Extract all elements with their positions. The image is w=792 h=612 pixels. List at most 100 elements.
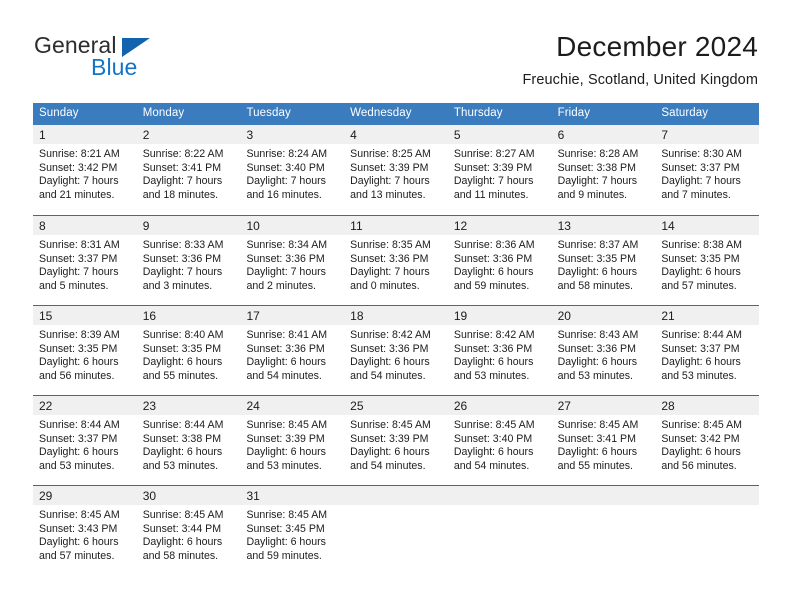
day-cell[interactable]: 21 Sunrise: 8:44 AM Sunset: 3:37 PM Dayl… [655,306,760,395]
day-cell-empty [344,486,448,575]
day-cell[interactable]: 16 Sunrise: 8:40 AM Sunset: 3:35 PM Dayl… [136,306,241,395]
sunrise-text: Sunrise: 8:28 AM [557,148,639,160]
sunset-text: Sunset: 3:36 PM [350,252,429,265]
daylight-text-line2: and 2 minutes. [246,279,316,292]
weekday-header-wednesday: Wednesday [350,107,412,119]
daylight-text-line1: Daylight: 6 hours [661,266,741,279]
day-details: Sunrise: 8:33 AM Sunset: 3:36 PM Dayligh… [137,235,241,293]
day-cell[interactable]: 25 Sunrise: 8:45 AM Sunset: 3:39 PM Dayl… [344,396,448,485]
sunset-text: Sunset: 3:36 PM [246,252,325,265]
daylight-text-line2: and 16 minutes. [246,188,322,201]
day-cell[interactable]: 2 Sunrise: 8:22 AM Sunset: 3:41 PM Dayli… [136,125,241,215]
day-details: Sunrise: 8:25 AM Sunset: 3:39 PM Dayligh… [344,144,448,202]
daylight-text-line1: Daylight: 7 hours [661,175,741,188]
sunset-text: Sunset: 3:45 PM [246,522,325,535]
day-cell[interactable]: 30 Sunrise: 8:45 AM Sunset: 3:44 PM Dayl… [136,486,241,575]
day-cell[interactable]: 1 Sunrise: 8:21 AM Sunset: 3:42 PM Dayli… [33,125,137,215]
day-number: 7 [655,125,760,144]
sunset-text: Sunset: 3:42 PM [39,161,118,174]
day-cell[interactable]: 7 Sunrise: 8:30 AM Sunset: 3:37 PM Dayli… [655,125,760,215]
sunset-text: Sunset: 3:35 PM [39,342,118,355]
daylight-text-line1: Daylight: 6 hours [557,266,638,279]
day-details: Sunrise: 8:44 AM Sunset: 3:37 PM Dayligh… [33,415,137,473]
day-number: 6 [551,125,656,144]
day-details: Sunrise: 8:45 AM Sunset: 3:43 PM Dayligh… [33,505,137,563]
sunset-text: Sunset: 3:35 PM [557,252,636,265]
sunset-text: Sunset: 3:38 PM [142,432,222,445]
day-cell-empty [655,486,760,575]
day-details: Sunrise: 8:24 AM Sunset: 3:40 PM Dayligh… [240,144,344,202]
daylight-text-line1: Daylight: 7 hours [39,175,119,188]
weekday-header-saturday: Saturday [661,107,709,119]
sunset-text: Sunset: 3:40 PM [453,432,533,445]
day-cell[interactable]: 26 Sunrise: 8:45 AM Sunset: 3:40 PM Dayl… [447,396,552,485]
day-cell[interactable]: 6 Sunrise: 8:28 AM Sunset: 3:38 PM Dayli… [551,125,656,215]
day-cell-empty [551,486,656,575]
sunset-text: Sunset: 3:41 PM [557,432,636,445]
sunrise-text: Sunrise: 8:35 AM [350,239,431,251]
day-cell[interactable]: 23 Sunrise: 8:44 AM Sunset: 3:38 PM Dayl… [136,396,241,485]
day-details: Sunrise: 8:31 AM Sunset: 3:37 PM Dayligh… [33,235,137,293]
daylight-text-line1: Daylight: 6 hours [661,356,741,369]
daylight-text-line1: Daylight: 6 hours [661,446,741,459]
day-cell[interactable]: 12 Sunrise: 8:36 AM Sunset: 3:36 PM Dayl… [447,216,552,305]
sunset-text: Sunset: 3:37 PM [39,252,118,265]
calendar-week-row: 8 Sunrise: 8:31 AM Sunset: 3:37 PM Dayli… [33,215,760,305]
daylight-text-line2: and 0 minutes. [350,279,420,292]
day-number: 1 [33,125,137,144]
day-cell[interactable]: 29 Sunrise: 8:45 AM Sunset: 3:43 PM Dayl… [33,486,137,575]
day-cell[interactable]: 17 Sunrise: 8:41 AM Sunset: 3:36 PM Dayl… [240,306,345,395]
daylight-text-line1: Daylight: 6 hours [557,356,638,369]
daylight-text-line2: and 13 minutes. [350,188,426,201]
day-cell[interactable]: 15 Sunrise: 8:39 AM Sunset: 3:35 PM Dayl… [33,306,137,395]
day-number: 28 [655,396,760,415]
day-number: 25 [344,396,448,415]
sunrise-text: Sunrise: 8:39 AM [39,329,120,341]
day-cell[interactable]: 18 Sunrise: 8:42 AM Sunset: 3:36 PM Dayl… [344,306,448,395]
day-cell[interactable]: 5 Sunrise: 8:27 AM Sunset: 3:39 PM Dayli… [447,125,552,215]
day-cell[interactable]: 27 Sunrise: 8:45 AM Sunset: 3:41 PM Dayl… [551,396,656,485]
daylight-text-line2: and 54 minutes. [350,369,426,382]
day-cell[interactable]: 19 Sunrise: 8:42 AM Sunset: 3:36 PM Dayl… [447,306,552,395]
daylight-text-line2: and 57 minutes. [661,279,737,292]
daylight-text-line1: Daylight: 7 hours [142,175,223,188]
day-cell[interactable]: 10 Sunrise: 8:34 AM Sunset: 3:36 PM Dayl… [240,216,345,305]
day-cell[interactable]: 14 Sunrise: 8:38 AM Sunset: 3:35 PM Dayl… [655,216,760,305]
day-details: Sunrise: 8:44 AM Sunset: 3:38 PM Dayligh… [137,415,241,473]
day-number: 27 [551,396,656,415]
day-cell[interactable]: 13 Sunrise: 8:37 AM Sunset: 3:35 PM Dayl… [551,216,656,305]
daylight-text-line2: and 53 minutes. [142,459,219,472]
sunrise-text: Sunrise: 8:34 AM [246,239,328,251]
day-cell[interactable]: 8 Sunrise: 8:31 AM Sunset: 3:37 PM Dayli… [33,216,137,305]
day-details: Sunrise: 8:22 AM Sunset: 3:41 PM Dayligh… [137,144,241,202]
day-cell[interactable]: 24 Sunrise: 8:45 AM Sunset: 3:39 PM Dayl… [240,396,345,485]
day-cell[interactable]: 28 Sunrise: 8:45 AM Sunset: 3:42 PM Dayl… [655,396,760,485]
daylight-text-line2: and 59 minutes. [246,549,322,562]
weekday-header-tuesday: Tuesday [246,107,291,119]
daylight-text-line2: and 7 minutes. [661,188,731,201]
day-cell[interactable]: 11 Sunrise: 8:35 AM Sunset: 3:36 PM Dayl… [344,216,448,305]
day-cell[interactable]: 31 Sunrise: 8:45 AM Sunset: 3:45 PM Dayl… [240,486,345,575]
sunset-text: Sunset: 3:42 PM [661,432,740,445]
sunset-text: Sunset: 3:37 PM [661,161,740,174]
day-number: 30 [136,486,241,505]
calendar-grid: Sunday Monday Tuesday Wednesday Thursday… [33,103,760,575]
daylight-text-line2: and 53 minutes. [39,459,115,472]
sunset-text: Sunset: 3:39 PM [350,432,429,445]
daylight-text-line1: Daylight: 6 hours [453,446,534,459]
day-cell[interactable]: 9 Sunrise: 8:33 AM Sunset: 3:36 PM Dayli… [136,216,241,305]
day-cell[interactable]: 3 Sunrise: 8:24 AM Sunset: 3:40 PM Dayli… [240,125,345,215]
day-details: Sunrise: 8:45 AM Sunset: 3:39 PM Dayligh… [344,415,448,473]
general-blue-logo[interactable]: General Blue [34,34,234,86]
day-number: 2 [136,125,241,144]
day-cell[interactable]: 20 Sunrise: 8:43 AM Sunset: 3:36 PM Dayl… [551,306,656,395]
day-details [552,505,656,509]
title-block: December 2024 Freuchie, Scotland, United… [522,30,758,90]
daylight-text-line2: and 54 minutes. [350,459,426,472]
day-cell[interactable]: 4 Sunrise: 8:25 AM Sunset: 3:39 PM Dayli… [344,125,448,215]
day-details: Sunrise: 8:45 AM Sunset: 3:41 PM Dayligh… [552,415,656,473]
sunset-text: Sunset: 3:35 PM [661,252,740,265]
day-cell[interactable]: 22 Sunrise: 8:44 AM Sunset: 3:37 PM Dayl… [33,396,137,485]
weekday-header-sunday: Sunday [39,107,79,119]
daylight-text-line2: and 21 minutes. [39,188,115,201]
